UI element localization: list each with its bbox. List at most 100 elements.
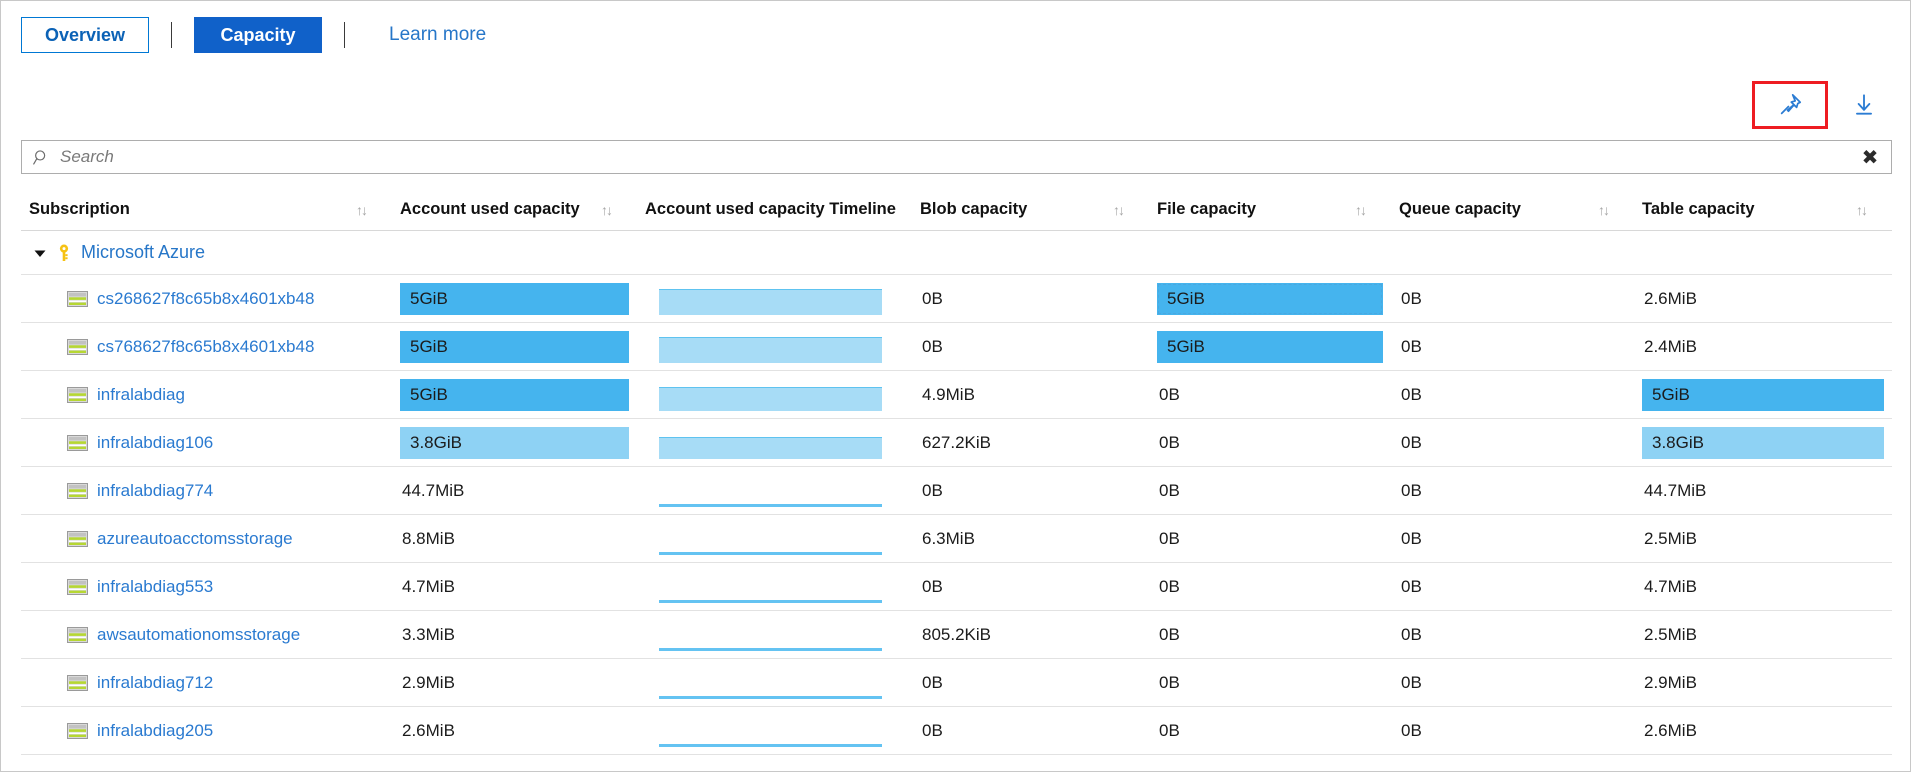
table-row[interactable]: infralabdiag712 2.9MiB 0B 0B 0B 2.9MiB bbox=[21, 659, 1892, 707]
storage-account[interactable]: infralabdiag774 bbox=[21, 481, 213, 501]
storage-account-name[interactable]: infralabdiag bbox=[97, 385, 185, 405]
sort-icon[interactable]: ↑↓ bbox=[356, 202, 384, 218]
storage-account[interactable]: infralabdiag bbox=[21, 385, 185, 405]
group-row-blank-table bbox=[1634, 231, 1892, 274]
storage-account[interactable]: cs268627f8c65b8x4601xb48 bbox=[21, 289, 314, 309]
cell-account-used-capacity: 5GiB bbox=[392, 371, 637, 418]
table-row[interactable]: cs768627f8c65b8x4601xb48 5GiB 0B 5GiB 0B 2.4M… bbox=[21, 323, 1892, 371]
table-row[interactable]: infralabdiag553 4.7MiB 0B 0B 0B 4.7MiB bbox=[21, 563, 1892, 611]
group-row-blank-blob bbox=[912, 231, 1149, 274]
storage-account[interactable]: infralabdiag553 bbox=[21, 577, 213, 597]
search-bar[interactable]: ✖ bbox=[21, 140, 1892, 174]
cell-subscription: infralabdiag774 bbox=[21, 467, 392, 514]
cell-account-used-capacity-value: 44.7MiB bbox=[402, 480, 465, 500]
column-header-account-used-capacity[interactable]: Account used capacity ↑↓ bbox=[392, 189, 637, 230]
cell-blob-capacity-value: 4.9MiB bbox=[922, 384, 975, 404]
cell-file-capacity-value: 5GiB bbox=[1167, 288, 1205, 308]
column-header-account-used-capacity-timeline[interactable]: Account used capacity Timeline bbox=[637, 189, 912, 230]
table-row[interactable]: infralabdiag205 2.6MiB 0B 0B 0B 2.6MiB bbox=[21, 707, 1892, 755]
sort-icon[interactable]: ↑↓ bbox=[1355, 202, 1383, 218]
timeline-sparkline bbox=[659, 744, 882, 747]
sort-icon[interactable]: ↑↓ bbox=[1113, 202, 1141, 218]
storage-account[interactable]: azureautoacctomsstorage bbox=[21, 529, 293, 549]
capacity-workbook-page: Overview Capacity Learn more Search ✖ Su… bbox=[0, 0, 1911, 772]
column-header-label: Account used capacity Timeline bbox=[645, 200, 896, 218]
timeline-inner bbox=[659, 744, 882, 747]
timeline-area bbox=[659, 437, 882, 459]
cell-queue-capacity-value: 0B bbox=[1401, 432, 1422, 452]
cell-table-capacity: 4.7MiB bbox=[1634, 563, 1892, 610]
storage-account[interactable]: cs768627f8c65b8x4601xb48 bbox=[21, 337, 314, 357]
sort-icon[interactable]: ↑↓ bbox=[601, 202, 629, 218]
cell-file-capacity-value: 5GiB bbox=[1167, 336, 1205, 356]
cell-queue-capacity: 0B bbox=[1391, 563, 1634, 610]
group-row-subscription[interactable]: Microsoft Azure bbox=[21, 231, 1892, 275]
cell-file-capacity-bar: 5GiB bbox=[1157, 330, 1383, 363]
storage-account-name[interactable]: infralabdiag712 bbox=[97, 673, 213, 693]
column-header-queue-capacity[interactable]: Queue capacity ↑↓ bbox=[1391, 189, 1634, 230]
cell-queue-capacity-value: 0B bbox=[1401, 384, 1422, 404]
storage-account-name[interactable]: cs768627f8c65b8x4601xb48 bbox=[97, 337, 314, 357]
cell-table-capacity-bar: 3.8GiB bbox=[1642, 426, 1884, 459]
column-header-label: Queue capacity bbox=[1399, 200, 1521, 218]
table-row[interactable]: infralabdiag106 3.8GiB 627.2KiB 0B 0B 3.8GiB bbox=[21, 419, 1892, 467]
cell-subscription: azureautoacctomsstorage bbox=[21, 515, 392, 562]
cell-table-capacity: 2.6MiB bbox=[1634, 707, 1892, 754]
timeline-chart bbox=[637, 563, 904, 610]
table-row[interactable]: infralabdiag774 44.7MiB 0B 0B 0B 44.7MiB bbox=[21, 467, 1892, 515]
cell-blob-capacity-value: 0B bbox=[922, 720, 943, 740]
pin-button-highlight bbox=[1752, 81, 1828, 129]
capacity-table: Subscription ↑↓ Account used capacity ↑↓… bbox=[21, 189, 1892, 755]
table-header-row: Subscription ↑↓ Account used capacity ↑↓… bbox=[21, 189, 1892, 231]
cell-file-capacity: 0B bbox=[1149, 371, 1391, 418]
cell-table-capacity-value: 4.7MiB bbox=[1644, 576, 1697, 596]
table-row[interactable]: awsautomationomsstorage 3.3MiB 805.2KiB 0B 0… bbox=[21, 611, 1892, 659]
storage-account[interactable]: awsautomationomsstorage bbox=[21, 625, 300, 645]
group-row-label[interactable]: Microsoft Azure bbox=[81, 242, 205, 263]
sort-icon[interactable]: ↑↓ bbox=[1598, 202, 1626, 218]
cell-table-capacity: 44.7MiB bbox=[1634, 467, 1892, 514]
group-row-blank-used bbox=[392, 231, 637, 274]
storage-account-name[interactable]: infralabdiag205 bbox=[97, 721, 213, 741]
storage-account[interactable]: infralabdiag712 bbox=[21, 673, 213, 693]
tab-capacity[interactable]: Capacity bbox=[194, 17, 322, 53]
cell-file-capacity-value: 0B bbox=[1159, 528, 1180, 548]
cell-queue-capacity-value: 0B bbox=[1401, 528, 1422, 548]
search-input[interactable] bbox=[60, 141, 1849, 173]
table-row[interactable]: infralabdiag 5GiB 4.9MiB 0B 0B 5GiB bbox=[21, 371, 1892, 419]
chevron-down-icon[interactable] bbox=[29, 246, 51, 260]
cell-subscription: infralabdiag712 bbox=[21, 659, 392, 706]
search-icon bbox=[22, 149, 60, 166]
tab-capacity-label: Capacity bbox=[220, 24, 296, 45]
download-button[interactable] bbox=[1842, 83, 1886, 127]
timeline-inner bbox=[659, 387, 882, 411]
table-row[interactable]: azureautoacctomsstorage 8.8MiB 6.3MiB 0B 0B 2… bbox=[21, 515, 1892, 563]
cell-account-used-capacity: 2.9MiB bbox=[392, 659, 637, 706]
column-header-blob-capacity[interactable]: Blob capacity ↑↓ bbox=[912, 189, 1149, 230]
storage-account[interactable]: infralabdiag205 bbox=[21, 721, 213, 741]
storage-account-icon bbox=[67, 434, 88, 451]
learn-more-link[interactable]: Learn more bbox=[389, 24, 486, 46]
storage-account-name[interactable]: infralabdiag774 bbox=[97, 481, 213, 501]
storage-account-name[interactable]: infralabdiag553 bbox=[97, 577, 213, 597]
pin-button[interactable] bbox=[1768, 83, 1812, 127]
timeline-inner bbox=[659, 437, 882, 459]
column-header-table-capacity[interactable]: Table capacity ↑↓ bbox=[1634, 189, 1892, 230]
storage-account-name[interactable]: cs268627f8c65b8x4601xb48 bbox=[97, 289, 314, 309]
group-row-blank-queue bbox=[1391, 231, 1634, 274]
sort-icon[interactable]: ↑↓ bbox=[1856, 202, 1884, 218]
storage-account-name[interactable]: awsautomationomsstorage bbox=[97, 625, 300, 645]
timeline-inner bbox=[659, 337, 882, 363]
cell-queue-capacity-value: 0B bbox=[1401, 576, 1422, 596]
storage-account-name[interactable]: azureautoacctomsstorage bbox=[97, 529, 293, 549]
storage-account[interactable]: infralabdiag106 bbox=[21, 433, 213, 453]
cell-blob-capacity-value: 0B bbox=[922, 480, 943, 500]
search-clear-icon[interactable]: ✖ bbox=[1849, 141, 1891, 173]
storage-account-name[interactable]: infralabdiag106 bbox=[97, 433, 213, 453]
cell-account-used-capacity-timeline bbox=[637, 419, 912, 466]
table-row[interactable]: cs268627f8c65b8x4601xb48 5GiB 0B 5GiB 0B 2.6M… bbox=[21, 275, 1892, 323]
column-header-file-capacity[interactable]: File capacity ↑↓ bbox=[1149, 189, 1391, 230]
cell-table-capacity: 2.4MiB bbox=[1634, 323, 1892, 370]
column-header-subscription[interactable]: Subscription ↑↓ bbox=[21, 189, 392, 230]
tab-overview[interactable]: Overview bbox=[21, 17, 149, 53]
